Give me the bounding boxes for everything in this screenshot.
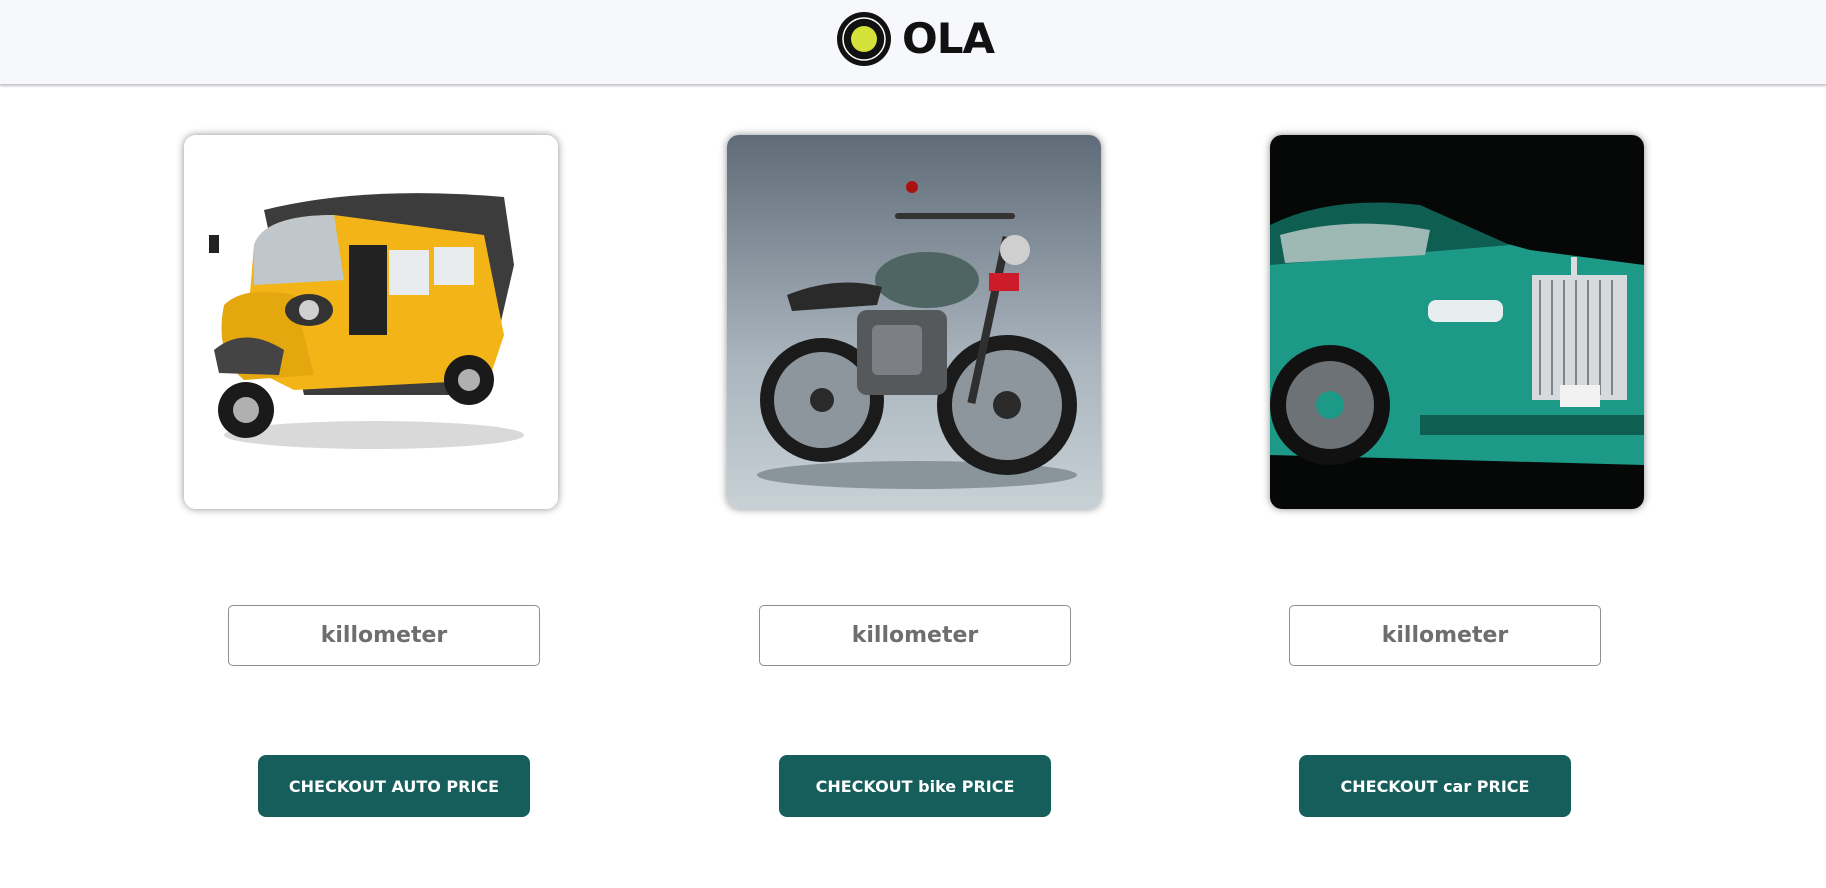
top-navbar: OLA bbox=[0, 0, 1826, 85]
auto-km-input[interactable] bbox=[228, 605, 540, 666]
checkout-car-price-button[interactable]: CHECKOUT car PRICE bbox=[1299, 755, 1571, 817]
vehicle-card-bike[interactable] bbox=[727, 135, 1101, 509]
ola-logo-icon bbox=[837, 12, 891, 66]
bike-km-input[interactable] bbox=[759, 605, 1071, 666]
vehicle-card-car[interactable] bbox=[1270, 135, 1644, 509]
car-km-input[interactable] bbox=[1289, 605, 1601, 666]
brand-name: OLA bbox=[902, 14, 995, 63]
luxury-car-image bbox=[1270, 135, 1644, 509]
motorcycle-image bbox=[727, 135, 1101, 509]
brand-logo[interactable]: OLA bbox=[836, 11, 995, 67]
auto-rickshaw-image bbox=[184, 135, 558, 509]
vehicle-card-auto[interactable] bbox=[184, 135, 558, 509]
checkout-auto-price-button[interactable]: CHECKOUT AUTO PRICE bbox=[258, 755, 530, 817]
checkout-bike-price-button[interactable]: CHECKOUT bike PRICE bbox=[779, 755, 1051, 817]
